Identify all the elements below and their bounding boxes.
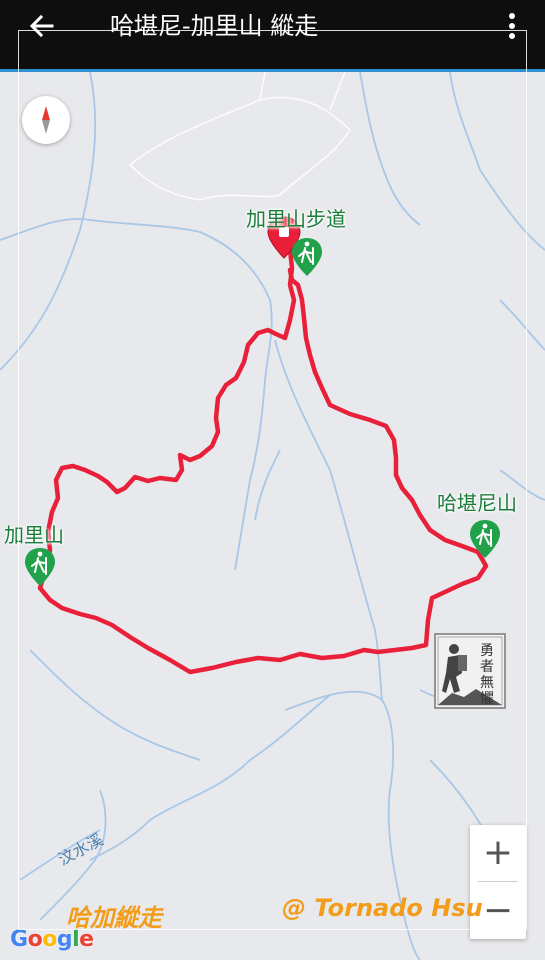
app-bar: 哈堪尼-加里山 縱走 (0, 0, 545, 70)
watermark-right: @ Tornado Hsu (282, 894, 483, 922)
svg-text:勇: 勇 (480, 643, 494, 659)
zoom-divider (478, 881, 518, 882)
stamp-logo: 勇 者 無 懼 (434, 633, 506, 709)
more-vert-icon[interactable] (498, 10, 526, 42)
marker-label-hakanni-mountain[interactable]: 哈堪尼山 (437, 487, 517, 516)
marker-label-jialishan[interactable]: 加里山 (4, 519, 64, 548)
svg-text:無: 無 (480, 675, 494, 691)
svg-text:者: 者 (480, 659, 494, 675)
google-logo: Google (10, 927, 94, 952)
compass-button[interactable] (22, 96, 70, 144)
svg-text:懼: 懼 (480, 690, 494, 707)
arrow-left-icon[interactable] (26, 10, 58, 42)
compass-icon (42, 106, 50, 134)
page-title: 哈堪尼-加里山 縱走 (110, 12, 319, 40)
marker-label-jialishan-trail[interactable]: 加里山步道 (246, 203, 346, 232)
zoom-in-button[interactable]: + (470, 825, 526, 881)
